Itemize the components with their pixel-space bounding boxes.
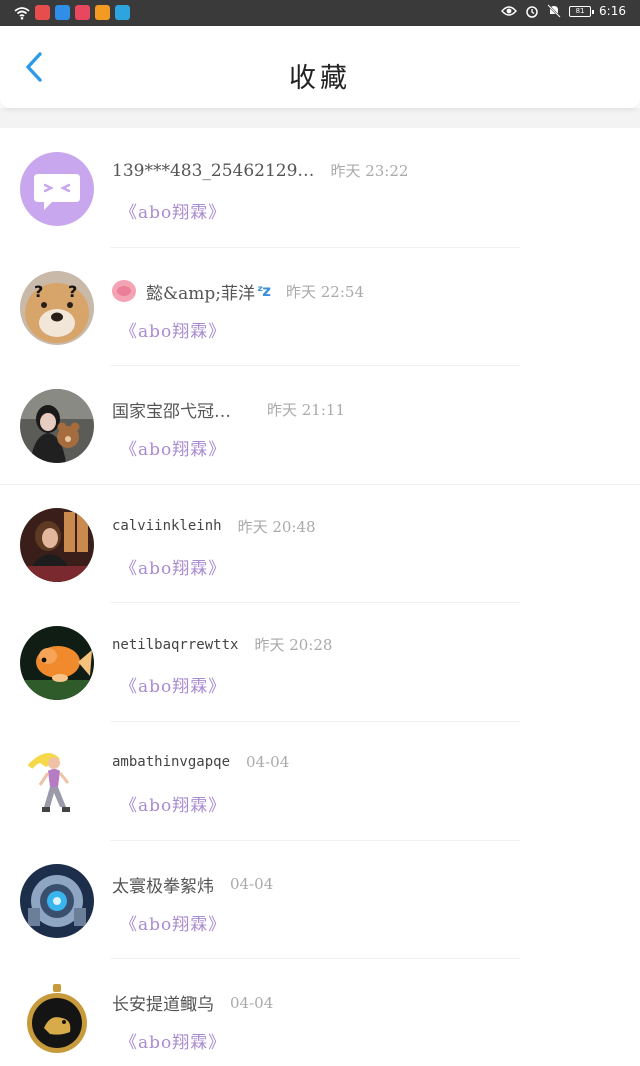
divider <box>0 483 640 485</box>
app-notification-icon <box>115 5 130 20</box>
svg-text:?: ? <box>34 282 43 301</box>
book-title[interactable]: 《abo翔霖》 <box>120 791 226 816</box>
favorite-item[interactable]: 国家宝邵弋冠… 昨天 21:11 《abo翔霖》 <box>0 365 640 484</box>
status-time: 6:16 <box>599 4 626 18</box>
robot-avatar[interactable] <box>20 863 94 938</box>
svg-text:?: ? <box>68 282 77 301</box>
book-title[interactable]: 《abo翔霖》 <box>120 198 226 223</box>
book-title[interactable]: 《abo翔霖》 <box>120 1028 226 1053</box>
page-title: 收藏 <box>289 63 351 94</box>
user-name: calviinkleinh <box>112 518 222 535</box>
favorite-item[interactable]: calviinkleinh 昨天 20:48 《abo翔霖》 <box>0 483 640 603</box>
book-title[interactable]: 《abo翔霖》 <box>120 435 226 460</box>
divider <box>110 958 520 960</box>
section-gap <box>0 108 640 128</box>
timestamp: 昨天 20:28 <box>254 636 333 655</box>
item-meta: 长安提道鲰乌 04-04 <box>112 990 274 1016</box>
item-meta: 太寰极拳絮炜 04-04 <box>112 872 273 897</box>
status-left-icons <box>14 5 130 20</box>
eye-icon <box>501 6 517 16</box>
woman-portrait-avatar[interactable] <box>20 507 94 582</box>
favorite-item[interactable]: 长安提道鲰乌 04-04 《abo翔霖》 <box>0 958 640 1066</box>
favorite-item[interactable]: ? ? 懿&amp;菲洋 ᶻz 昨天 22:54 《abo翔霖》 <box>0 246 640 366</box>
book-title[interactable]: 《abo翔霖》 <box>120 554 226 579</box>
app-notification-icon <box>35 5 50 20</box>
user-name: 长安提道鲰乌 <box>112 995 214 1016</box>
item-meta: 139***483_25462129… 昨天 23:22 <box>112 160 408 181</box>
app-notification-icon <box>75 5 90 20</box>
user-name: ambathinvgapqe <box>112 753 231 770</box>
app-notification-icon <box>95 5 110 20</box>
girl-with-bear-avatar[interactable] <box>20 389 94 464</box>
item-meta: 国家宝邵弋冠… 昨天 21:11 <box>112 397 345 422</box>
item-meta: 懿&amp;菲洋 ᶻz 昨天 22:54 <box>112 279 364 304</box>
status-right-icons: 81 6:16 <box>501 4 626 18</box>
top-app-bar: 收藏 <box>0 26 640 108</box>
user-name: 太寰极拳絮炜 <box>112 876 214 897</box>
timestamp: 昨天 22:54 <box>286 282 364 301</box>
book-title[interactable]: 《abo翔霖》 <box>120 910 226 935</box>
favorite-item[interactable]: netilbaqrrewttx 昨天 20:28 《abo翔霖》 <box>0 602 640 721</box>
goldfish-avatar[interactable] <box>20 626 94 701</box>
item-meta: netilbaqrrewttx 昨天 20:28 <box>112 634 332 655</box>
battery-icon: 81 <box>569 5 595 17</box>
user-name: netilbaqrrewttx <box>112 636 239 653</box>
app-notification-icon <box>55 5 70 20</box>
favorites-list: 139***483_25462129… 昨天 23:22 《abo翔霖》 ? ?… <box>0 128 640 1066</box>
timestamp: 04-04 <box>230 875 274 894</box>
favorite-item[interactable]: 139***483_25462129… 昨天 23:22 《abo翔霖》 <box>0 128 640 247</box>
divider <box>110 246 520 248</box>
sleeping-zzz-icon: ᶻz <box>257 282 271 301</box>
wifi-icon <box>14 6 30 20</box>
timestamp: 04-04 <box>246 752 290 771</box>
user-name: 国家宝邵弋冠… <box>112 402 231 423</box>
user-name: 139***483_25462129… <box>112 160 315 181</box>
chat-bubble-avatar[interactable] <box>20 152 94 226</box>
timestamp: 昨天 23:22 <box>330 162 409 180</box>
dog-avatar[interactable]: ? ? <box>20 270 94 345</box>
book-title[interactable]: 《abo翔霖》 <box>120 672 226 697</box>
item-meta: calviinkleinh 昨天 20:48 <box>112 516 316 537</box>
user-name: 懿&amp;菲洋 <box>146 283 255 304</box>
divider <box>110 602 520 604</box>
mute-bell-icon <box>547 4 561 18</box>
favorite-item[interactable]: 太寰极拳絮炜 04-04 《abo翔霖》 <box>0 839 640 959</box>
pig-nose-icon <box>112 280 136 303</box>
timestamp: 昨天 21:11 <box>267 401 345 420</box>
book-title[interactable]: 《abo翔霖》 <box>120 317 226 342</box>
timestamp: 昨天 20:48 <box>237 517 316 536</box>
divider <box>110 365 520 367</box>
divider <box>110 720 520 722</box>
status-bar: 81 6:16 <box>0 0 640 26</box>
timestamp: 04-04 <box>230 993 274 1012</box>
favorite-item[interactable]: ambathinvgapqe 04-04 《abo翔霖》 <box>0 720 640 840</box>
cartoon-girl-avatar[interactable] <box>20 744 94 819</box>
pocket-watch-avatar[interactable] <box>20 982 94 1057</box>
divider <box>110 839 520 841</box>
alarm-icon <box>526 6 538 18</box>
item-meta: ambathinvgapqe 04-04 <box>112 753 289 771</box>
